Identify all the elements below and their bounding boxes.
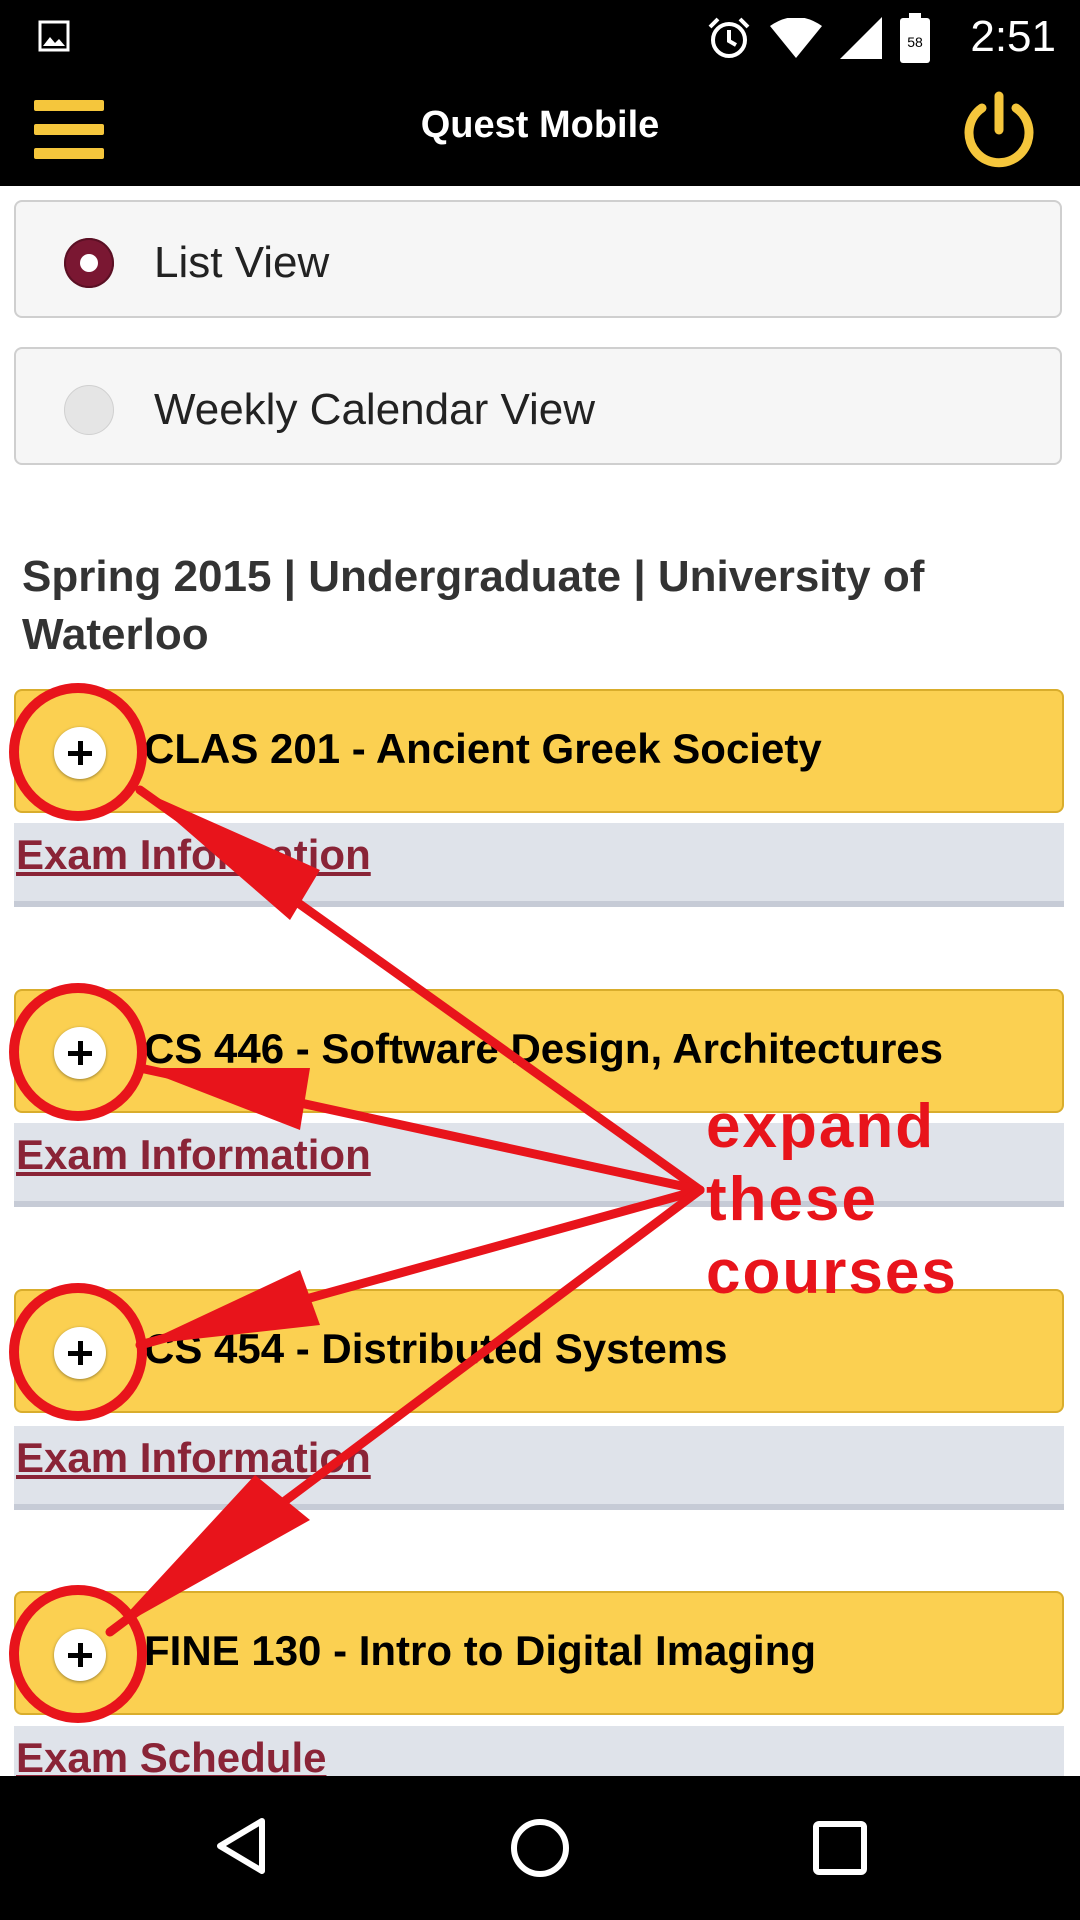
- svg-text:58: 58: [907, 34, 923, 50]
- term-header: Spring 2015 | Undergraduate | University…: [22, 552, 925, 659]
- course-title: FINE 130 - Intro to Digital Imaging: [144, 1627, 817, 1674]
- radio-unselected-icon: [64, 385, 114, 435]
- exam-row: Exam Information: [14, 823, 1064, 907]
- exam-information-link[interactable]: Exam Information: [16, 1434, 371, 1482]
- radio-selected-icon: [64, 238, 114, 288]
- weekly-calendar-view-label: Weekly Calendar View: [154, 385, 596, 434]
- signal-icon: [840, 17, 882, 59]
- battery-icon: 58: [900, 13, 930, 63]
- navigation-bar: [0, 1776, 1080, 1920]
- weekly-calendar-view-option[interactable]: Weekly Calendar View: [14, 347, 1062, 465]
- list-view-option[interactable]: List View: [14, 200, 1062, 318]
- alarm-icon: [708, 17, 750, 58]
- gallery-icon: [38, 20, 70, 52]
- annotation-line: expand: [706, 1092, 936, 1161]
- back-icon[interactable]: [212, 1816, 272, 1876]
- status-time: 2:51: [970, 12, 1056, 61]
- expand-plus-icon[interactable]: [54, 1027, 106, 1079]
- app-bar: Quest Mobile: [0, 76, 1080, 186]
- annotation-line: these: [706, 1165, 878, 1234]
- recents-icon[interactable]: [810, 1818, 870, 1878]
- course-title: CLAS 201 - Ancient Greek Society: [144, 725, 822, 772]
- expand-plus-icon[interactable]: [54, 727, 106, 779]
- status-bar: 58 2:51: [0, 0, 1080, 76]
- wifi-icon: [770, 18, 822, 58]
- course-title: CS 454 - Distributed Systems: [144, 1325, 728, 1372]
- expand-plus-icon[interactable]: [54, 1629, 106, 1681]
- expand-plus-icon[interactable]: [54, 1327, 106, 1379]
- home-icon[interactable]: [508, 1816, 572, 1880]
- annotation-text: expand these courses: [706, 1090, 958, 1309]
- status-icons: 58: [706, 13, 930, 63]
- list-view-label: List View: [154, 238, 330, 287]
- exam-row: Exam Information: [14, 1426, 1064, 1510]
- app-title: Quest Mobile: [420, 104, 660, 146]
- course-header-fine130[interactable]: FINE 130 - Intro to Digital Imaging: [14, 1591, 1064, 1715]
- exam-information-link[interactable]: Exam Information: [16, 1131, 371, 1179]
- power-icon[interactable]: [956, 88, 1042, 174]
- exam-information-link[interactable]: Exam Information: [16, 831, 371, 879]
- course-title: CS 446 - Software Design, Architectures: [144, 1025, 944, 1072]
- course-header-clas201[interactable]: CLAS 201 - Ancient Greek Society: [14, 689, 1064, 813]
- exam-row: Exam Schedule: [14, 1726, 1064, 1781]
- exam-schedule-link[interactable]: Exam Schedule: [16, 1734, 326, 1782]
- annotation-line: courses: [706, 1238, 958, 1307]
